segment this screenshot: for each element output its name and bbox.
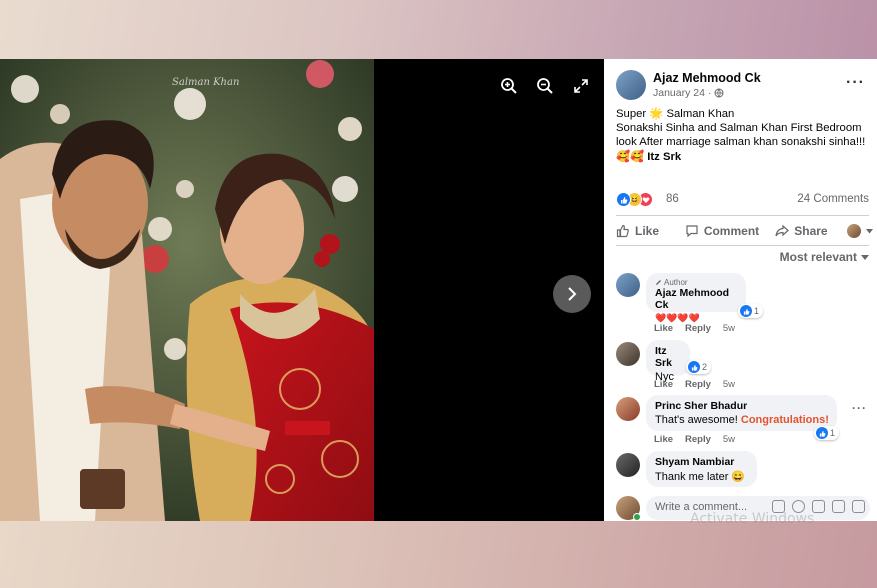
zoom-out-icon[interactable] (534, 75, 556, 97)
comment-reactions[interactable]: 1 (738, 304, 764, 318)
commenter-name[interactable]: Shyam Nambiar (655, 456, 748, 468)
comment-icon (686, 225, 698, 238)
share-label: Share (794, 224, 828, 238)
post-date[interactable]: January 24 · (653, 87, 724, 99)
comment-reply-button[interactable]: Reply (685, 323, 711, 334)
comment-button[interactable]: Comment (685, 224, 775, 238)
post-actions: Like Comment Share (616, 219, 873, 243)
post-date-text: January 24 (653, 87, 705, 99)
commenter-name[interactable]: Ajaz Mehmood Ck (655, 287, 737, 311)
author-name[interactable]: Ajaz Mehmood Ck (653, 71, 761, 85)
comment-reaction-count: 1 (754, 306, 760, 316)
comment-item: Author Ajaz Mehmood Ck ❤️❤️❤️❤️ 1 Like R… (616, 273, 871, 335)
like-reaction-icon (740, 305, 752, 317)
thumbs-up-icon (616, 224, 629, 238)
comment-item: Princ Sher Bhadur That's awesome! Congra… (616, 395, 871, 447)
more-options-icon[interactable]: ··· (846, 74, 865, 92)
post-panel: Ajaz Mehmood Ck January 24 · ··· Super 🌟… (604, 59, 877, 521)
audience-selector[interactable] (847, 224, 873, 238)
sticker-icon[interactable] (852, 500, 865, 513)
reaction-icons: 😆 (616, 192, 653, 207)
comment-text-main: That's awesome! (655, 414, 738, 426)
like-reaction-icon (816, 427, 828, 439)
comment-item: Itz Srk Nyc 2 Like Reply 5w (616, 340, 871, 392)
share-icon (775, 224, 790, 237)
post-photo[interactable]: Salman Khan (0, 59, 374, 521)
comment-label: Comment (703, 224, 760, 238)
comment-more-icon[interactable]: ··· (852, 401, 867, 415)
author-badge-label: Author (664, 278, 688, 287)
next-photo-button[interactable] (553, 275, 591, 313)
divider-bottom (616, 245, 869, 246)
comment-time[interactable]: 5w (723, 379, 735, 390)
comment-reactions[interactable]: 1 (814, 426, 840, 440)
comment-like-button[interactable]: Like (654, 323, 673, 334)
comment-reply-button[interactable]: Reply (685, 434, 711, 445)
comment-bubble: Author Ajaz Mehmood Ck ❤️❤️❤️❤️ (646, 273, 746, 323)
globe-icon (714, 88, 724, 98)
comment-actions: Like Reply 5w (654, 323, 735, 334)
commenter-avatar[interactable] (616, 342, 640, 366)
comment-reply-button[interactable]: Reply (685, 379, 711, 390)
post-text: Super 🌟 Salman Khan Sonakshi Sinha and S… (616, 107, 871, 164)
page-background-band (0, 521, 877, 588)
caret-down-icon (861, 254, 869, 260)
photo-signature: Salman Khan (172, 77, 240, 88)
like-button[interactable]: Like (616, 224, 685, 238)
photo-viewer: Salman Khan (0, 59, 604, 521)
gif-icon[interactable] (832, 500, 845, 513)
reactions-summary[interactable]: 😆 86 24 Comments (616, 191, 869, 209)
post-text-line1: Super 🌟 Salman Khan (616, 108, 735, 120)
commenter-avatar[interactable] (616, 397, 640, 421)
commenter-name[interactable]: Princ Sher Bhadur (655, 400, 828, 412)
sort-label: Most relevant (779, 250, 857, 264)
chevron-down-icon (866, 228, 873, 233)
congratulations-highlight[interactable]: Congratulations! (741, 414, 829, 426)
like-label: Like (635, 224, 660, 238)
author-avatar[interactable] (616, 70, 646, 100)
viewer-controls (498, 75, 592, 97)
comment-actions: Like Reply 5w (654, 379, 735, 390)
comment-time[interactable]: 5w (723, 434, 735, 445)
post-header: Ajaz Mehmood Ck January 24 · ··· (616, 70, 871, 104)
comment-bubble: Shyam Nambiar Thank me later 😄 (646, 451, 757, 487)
user-avatar (847, 224, 861, 238)
comment-bubble: Itz Srk Nyc (646, 340, 690, 383)
like-reaction-icon (688, 361, 700, 373)
tagged-user-link[interactable]: Itz Srk (647, 151, 681, 163)
sort-comments-dropdown[interactable]: Most relevant (780, 250, 869, 264)
comment-actions: Like Reply 5w (654, 434, 735, 445)
reaction-count: 86 (666, 193, 679, 205)
comment-like-button[interactable]: Like (654, 379, 673, 390)
share-button[interactable]: Share (775, 224, 847, 238)
commenter-name[interactable]: Itz Srk (655, 345, 681, 369)
comment-time[interactable]: 5w (723, 323, 735, 334)
comment-reaction-count: 1 (830, 428, 836, 438)
comments-count[interactable]: 24 Comments (797, 193, 869, 205)
chevron-right-icon (568, 287, 577, 301)
pencil-icon (656, 280, 661, 285)
online-status-dot (633, 513, 641, 521)
zoom-in-icon[interactable] (498, 75, 520, 97)
commenter-avatar[interactable] (616, 273, 640, 297)
comment-text: Thank me later 😄 (655, 471, 746, 483)
dot-separator: · (707, 87, 712, 99)
like-reaction-icon (616, 192, 631, 207)
comment-item: Shyam Nambiar Thank me later 😄 (616, 451, 871, 487)
commenter-avatar[interactable] (616, 453, 640, 477)
activate-windows-watermark: Activate Windows (690, 511, 815, 527)
comment-like-button[interactable]: Like (654, 434, 673, 445)
comment-text: That's awesome! Congratulations! (655, 414, 829, 426)
fullscreen-icon[interactable] (570, 75, 592, 97)
divider-top (616, 215, 869, 216)
comment-bubble: Princ Sher Bhadur That's awesome! Congra… (646, 395, 837, 431)
comment-reactions[interactable]: 2 (686, 360, 712, 374)
comment-reaction-count: 2 (702, 362, 708, 372)
author-badge: Author (655, 278, 737, 287)
